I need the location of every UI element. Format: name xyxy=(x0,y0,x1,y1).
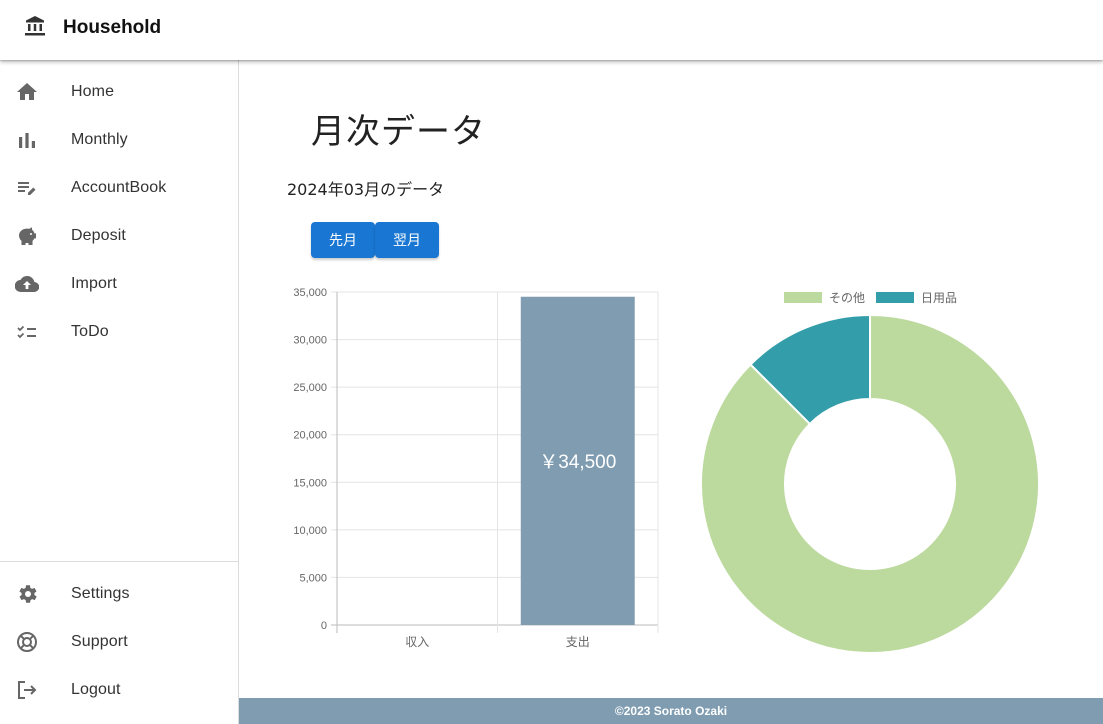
sidebar-item-todo[interactable]: ToDo xyxy=(0,308,238,356)
footer: ©2023 Sorato Ozaki xyxy=(239,698,1103,724)
bank-icon xyxy=(23,14,47,38)
bar-chart-icon xyxy=(15,128,39,152)
sidebar-item-logout[interactable]: Logout xyxy=(0,666,238,714)
app-bar: Household xyxy=(0,0,1103,60)
lifebuoy-icon xyxy=(15,630,39,654)
sidebar-item-settings[interactable]: Settings xyxy=(0,570,238,618)
main-content: 月次データ 2024年03月のデータ 先月 翌月 xyxy=(239,60,1103,698)
sidebar-item-label: Home xyxy=(71,83,115,100)
period-label: 2024年03月のデータ xyxy=(287,180,445,199)
sidebar-item-deposit[interactable]: Deposit xyxy=(0,212,238,260)
gear-icon xyxy=(15,582,39,606)
home-icon xyxy=(15,80,39,104)
sidebar-divider xyxy=(0,561,238,562)
sidebar-item-label: Support xyxy=(71,633,128,650)
piggy-bank-icon xyxy=(15,224,39,248)
sidebar-item-import[interactable]: Import xyxy=(0,260,238,308)
sidebar-item-label: Settings xyxy=(71,585,130,602)
checklist-icon xyxy=(15,320,39,344)
sidebar-item-label: ToDo xyxy=(71,323,109,340)
sidebar-item-label: AccountBook xyxy=(71,179,167,196)
sidebar-item-label: Monthly xyxy=(71,131,128,148)
edit-list-icon xyxy=(15,176,39,200)
logout-icon xyxy=(15,678,39,702)
previous-month-button[interactable]: 先月 xyxy=(311,222,375,258)
sidebar-item-accountbook[interactable]: AccountBook xyxy=(0,164,238,212)
sidebar: Home Monthly AccountBook Deposit Import … xyxy=(0,60,239,724)
sidebar-item-support[interactable]: Support xyxy=(0,618,238,666)
sidebar-item-label: Deposit xyxy=(71,227,126,244)
cloud-upload-icon xyxy=(14,272,40,296)
sidebar-item-label: Import xyxy=(71,275,117,292)
sidebar-item-monthly[interactable]: Monthly xyxy=(0,116,238,164)
app-title: Household xyxy=(63,17,162,38)
sidebar-item-label: Logout xyxy=(71,681,121,698)
sidebar-item-home[interactable]: Home xyxy=(0,68,238,116)
next-month-button[interactable]: 翌月 xyxy=(375,222,439,258)
page-title: 月次データ xyxy=(311,112,486,152)
